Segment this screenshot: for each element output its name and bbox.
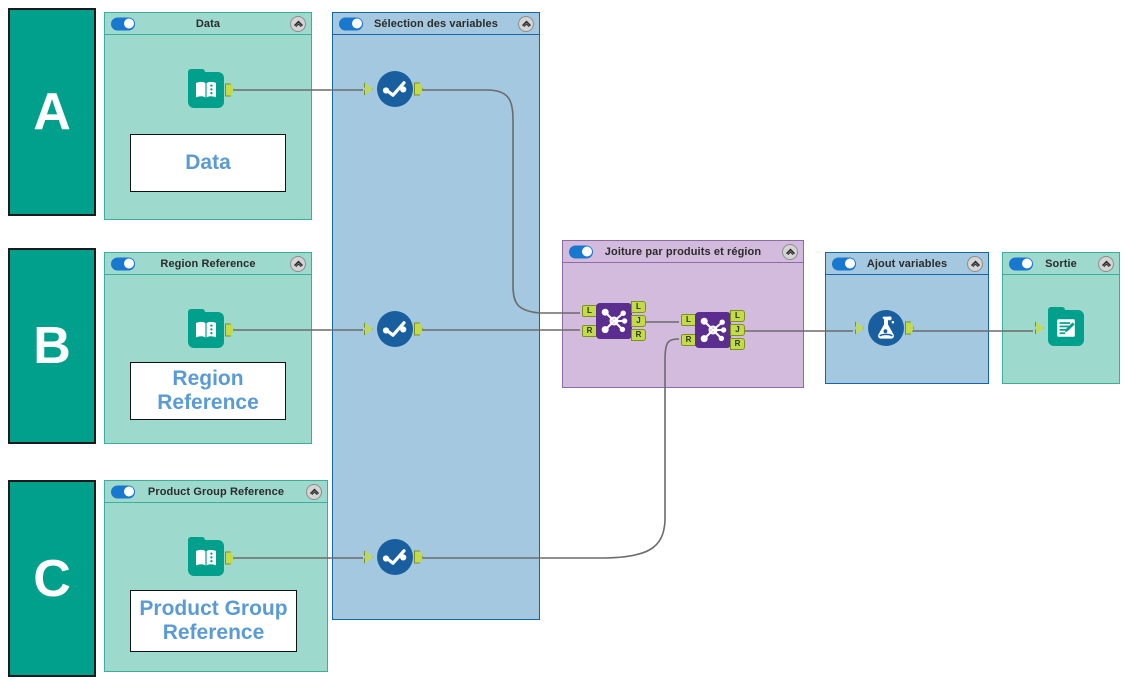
metanode-sortie-header: Sortie — [1003, 253, 1119, 275]
node-product-reader[interactable] — [175, 537, 237, 576]
document-write-icon — [1048, 307, 1084, 346]
metanode-selection-header: Sélection des variables — [333, 13, 539, 35]
section-marker-c: C — [8, 480, 96, 677]
metanode-ajout-variables-header: Ajout variables — [826, 253, 988, 275]
section-marker-b-label: B — [33, 317, 71, 375]
input-port[interactable] — [364, 322, 373, 336]
annotation-product-group-reference: Product Group Reference — [130, 590, 297, 652]
metanode-ajout-variables-toggle[interactable] — [832, 257, 856, 270]
input-port[interactable] — [855, 321, 864, 335]
node-data-reader[interactable] — [175, 69, 237, 108]
node-region-reader[interactable] — [175, 309, 237, 348]
annotation-region-reference-text: Region Reference — [157, 367, 259, 414]
node-writer[interactable] — [1035, 307, 1087, 346]
joiner-output-port-l[interactable]: L — [730, 310, 745, 322]
output-port[interactable] — [414, 322, 423, 336]
node-column-filter-top[interactable] — [364, 71, 426, 107]
annotation-data-text: Data — [185, 151, 231, 175]
node-joiner-1[interactable]: L R L J R — [582, 301, 646, 341]
output-port[interactable] — [414, 82, 423, 96]
metanode-product-group-reference-toggle[interactable] — [111, 485, 135, 498]
node-math-formula[interactable] — [855, 310, 917, 346]
joiner-input-port-r[interactable]: R — [681, 334, 696, 346]
input-port[interactable] — [1035, 321, 1044, 335]
metanode-region-reference-toggle[interactable] — [111, 257, 135, 270]
column-filter-icon — [377, 539, 413, 575]
joiner-output-port-j[interactable]: J — [730, 324, 745, 336]
joiner-output-port-l[interactable]: L — [631, 301, 646, 313]
output-port[interactable] — [905, 321, 914, 335]
joiner-output-port-j[interactable]: J — [631, 315, 646, 327]
metanode-join-header: Joiture par produits et région — [563, 241, 803, 263]
chevron-up-icon[interactable] — [518, 15, 534, 32]
metanode-product-group-reference-header: Product Group Reference — [105, 481, 327, 503]
metanode-region-reference-title: Region Reference — [160, 257, 256, 270]
chevron-up-icon[interactable] — [967, 255, 983, 272]
metanode-data-header: Data — [105, 13, 311, 35]
column-filter-icon — [377, 71, 413, 107]
book-reader-icon — [188, 537, 224, 576]
annotation-data: Data — [130, 134, 286, 192]
metanode-data-title: Data — [195, 17, 221, 30]
output-port[interactable] — [225, 323, 234, 337]
book-reader-icon — [188, 309, 224, 348]
joiner-icon — [596, 303, 632, 339]
workflow-canvas: A B C Data Sélection des variables Regio… — [0, 0, 1128, 685]
node-column-filter-bottom[interactable] — [364, 539, 426, 575]
node-joiner-2[interactable]: L R L J R — [681, 310, 745, 350]
metanode-region-reference-header: Region Reference — [105, 253, 311, 275]
metanode-join-toggle[interactable] — [569, 245, 593, 258]
metanode-product-group-reference-title: Product Group Reference — [147, 485, 285, 498]
annotation-region-reference: Region Reference — [130, 362, 286, 420]
metanode-selection-toggle[interactable] — [339, 17, 363, 30]
node-column-filter-mid[interactable] — [364, 311, 426, 347]
chevron-up-icon[interactable] — [1098, 255, 1114, 272]
metanode-ajout-variables-title: Ajout variables — [866, 257, 948, 270]
chevron-up-icon[interactable] — [290, 15, 306, 32]
annotation-product-group-reference-text: Product Group Reference — [139, 597, 288, 644]
section-marker-a-label: A — [33, 83, 71, 141]
book-reader-icon — [188, 69, 224, 108]
column-filter-icon — [377, 311, 413, 347]
section-marker-c-label: C — [33, 549, 71, 608]
output-port[interactable] — [225, 83, 234, 97]
joiner-output-port-r[interactable]: R — [631, 329, 646, 341]
metanode-join-title: Joiture par produits et région — [604, 245, 762, 258]
metanode-sortie-title: Sortie — [1045, 257, 1077, 270]
joiner-icon — [695, 312, 731, 348]
output-port[interactable] — [414, 550, 423, 564]
flask-icon — [868, 310, 904, 346]
section-marker-a: A — [8, 8, 96, 216]
chevron-up-icon[interactable] — [306, 483, 322, 500]
metanode-data-toggle[interactable] — [111, 17, 135, 30]
chevron-up-icon[interactable] — [782, 243, 798, 260]
metanode-sortie-toggle[interactable] — [1009, 257, 1033, 270]
chevron-up-icon[interactable] — [290, 255, 306, 272]
input-port[interactable] — [364, 82, 373, 96]
joiner-input-port-l[interactable]: L — [582, 305, 597, 317]
joiner-input-port-r[interactable]: R — [582, 325, 597, 337]
output-port[interactable] — [225, 551, 234, 565]
metanode-selection-title: Sélection des variables — [374, 17, 498, 30]
input-port[interactable] — [364, 550, 373, 564]
joiner-output-port-r[interactable]: R — [730, 338, 745, 350]
section-marker-b: B — [8, 248, 96, 444]
joiner-input-port-l[interactable]: L — [681, 314, 696, 326]
